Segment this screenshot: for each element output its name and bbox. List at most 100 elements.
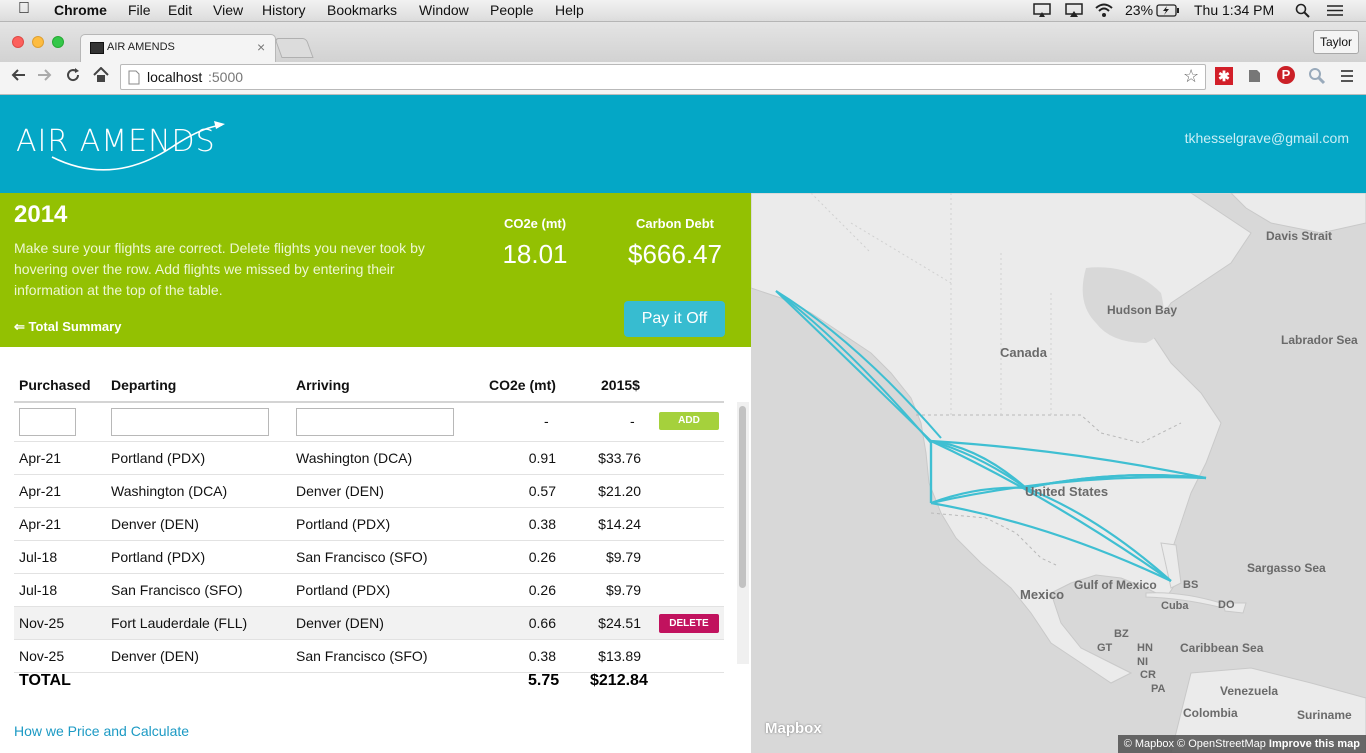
menu-help[interactable]: Help	[555, 2, 584, 18]
cell-departing: Portland (PDX)	[111, 450, 206, 466]
total-summary-link[interactable]: ⇐ Total Summary	[14, 319, 121, 335]
cell-arriving: Denver (DEN)	[296, 483, 384, 499]
cell-cost: $24.51	[598, 615, 641, 631]
cell-co2: 0.66	[528, 615, 556, 631]
home-icon[interactable]	[93, 66, 109, 88]
mac-menubar:  Chrome File Edit View History Bookmark…	[0, 0, 1366, 22]
col-header-departing[interactable]: Departing	[111, 377, 176, 393]
extension-asterisk-icon[interactable]: ✱	[1215, 67, 1233, 85]
profile-button[interactable]: Taylor	[1313, 30, 1359, 54]
window-minimize-icon[interactable]	[32, 36, 44, 48]
mapbox-watermark[interactable]: Mapbox	[765, 720, 822, 737]
flight-map[interactable]: Davis Strait Hudson Bay Labrador Sea Can…	[751, 193, 1366, 753]
label-ni: NI	[1137, 656, 1148, 668]
col-header-purchased[interactable]: Purchased	[19, 377, 91, 393]
table-row[interactable]: Jul-18 Portland (PDX) San Francisco (SFO) 0…	[14, 541, 724, 574]
cell-co2: 0.57	[528, 483, 556, 499]
cell-co2: 0.26	[528, 549, 556, 565]
departing-input[interactable]	[111, 408, 269, 436]
bookmark-star-icon[interactable]: ☆	[1183, 66, 1199, 87]
window-zoom-icon[interactable]	[52, 36, 64, 48]
cell-arriving: Portland (PDX)	[296, 582, 391, 598]
purchased-input[interactable]	[19, 408, 76, 436]
extension-pinterest-icon[interactable]: P	[1277, 66, 1295, 84]
reload-icon[interactable]	[65, 67, 81, 88]
extension-evernote-icon[interactable]	[1246, 68, 1262, 89]
menu-clock[interactable]: Thu 1:34 PM	[1194, 2, 1274, 18]
cell-purchased: Nov-25	[19, 648, 65, 664]
browser-tab-active[interactable]: AIR AMENDS ×	[80, 34, 276, 62]
air-amends-logo[interactable]: AIR AMENDS	[12, 117, 232, 177]
battery-icon[interactable]	[1156, 4, 1180, 20]
menu-edit[interactable]: Edit	[168, 2, 192, 18]
attribution-text[interactable]: © Mapbox © OpenStreetMap	[1124, 738, 1266, 750]
menu-people[interactable]: People	[490, 2, 534, 18]
improve-map-link[interactable]: Improve this map	[1269, 738, 1360, 750]
tab-title: AIR AMENDS	[107, 41, 175, 53]
spotlight-search-icon[interactable]	[1295, 3, 1311, 22]
cell-co2: 0.91	[528, 450, 556, 466]
tab-close-icon[interactable]: ×	[257, 39, 265, 55]
delete-flight-button[interactable]: DELETE	[659, 614, 719, 633]
table-row[interactable]: Nov-25 Fort Lauderdale (FLL) Denver (DEN) 0…	[14, 607, 724, 640]
entry-co2: -	[544, 413, 549, 429]
wifi-icon[interactable]	[1094, 2, 1114, 21]
cell-departing: San Francisco (SFO)	[111, 582, 243, 598]
how-we-price-link[interactable]: How we Price and Calculate	[14, 723, 189, 739]
cell-arriving: Washington (DCA)	[296, 450, 413, 466]
screen-mirror-icon[interactable]	[1033, 3, 1051, 21]
cell-purchased: Jul-18	[19, 549, 58, 565]
label-colombia: Colombia	[1183, 706, 1238, 720]
address-bar[interactable]: localhost :5000 ☆	[120, 64, 1206, 90]
add-flight-button[interactable]: ADD	[659, 412, 719, 430]
label-hn: HN	[1137, 642, 1153, 654]
cell-cost: $14.24	[598, 516, 641, 532]
label-sargasso-sea: Sargasso Sea	[1247, 561, 1326, 575]
apple-menu-icon[interactable]: 	[18, 0, 30, 18]
arriving-input[interactable]	[296, 408, 454, 436]
label-united-states: United States	[1025, 484, 1109, 499]
notification-center-icon[interactable]	[1326, 4, 1344, 20]
label-gt: GT	[1097, 642, 1113, 654]
menu-bookmarks[interactable]: Bookmarks	[327, 2, 397, 18]
url-host: localhost	[147, 69, 203, 85]
table-scrollbar[interactable]	[737, 402, 749, 664]
col-header-cost[interactable]: 2015$	[601, 377, 640, 393]
table-row[interactable]: Apr-21 Washington (DCA) Denver (DEN) 0.57 $2…	[14, 475, 724, 508]
total-cost: $212.84	[590, 672, 648, 689]
table-row[interactable]: Apr-21 Denver (DEN) Portland (PDX) 0.38 $14.…	[14, 508, 724, 541]
label-caribbean-sea: Caribbean Sea	[1180, 641, 1264, 655]
url-port: :5000	[208, 69, 244, 85]
cell-arriving: San Francisco (SFO)	[296, 648, 428, 664]
user-email[interactable]: tkhesselgrave@gmail.com	[1185, 130, 1349, 146]
extension-magnifier-icon[interactable]	[1308, 67, 1326, 90]
pay-it-off-button[interactable]: Pay it Off	[624, 301, 725, 337]
cell-co2: 0.38	[528, 648, 556, 664]
cell-cost: $21.20	[598, 483, 641, 499]
scrollbar-thumb[interactable]	[739, 406, 746, 588]
label-hudson-bay: Hudson Bay	[1107, 303, 1178, 317]
new-tab-button[interactable]	[274, 38, 314, 58]
menu-file[interactable]: File	[128, 2, 151, 18]
airplay-icon[interactable]	[1065, 3, 1083, 21]
menu-view[interactable]: View	[213, 2, 243, 18]
table-row[interactable]: Apr-21 Portland (PDX) Washington (DCA) 0.91…	[14, 442, 724, 475]
label-cuba: Cuba	[1161, 600, 1189, 612]
label-bs: BS	[1183, 579, 1199, 591]
window-close-icon[interactable]	[12, 36, 24, 48]
label-labrador-sea: Labrador Sea	[1281, 333, 1358, 347]
carbon-debt-label: Carbon Debt	[636, 216, 714, 231]
cell-departing: Denver (DEN)	[111, 648, 199, 664]
menu-app-name[interactable]: Chrome	[54, 2, 107, 18]
col-header-co2[interactable]: CO2e (mt)	[489, 377, 556, 393]
cell-cost: $13.89	[598, 648, 641, 664]
forward-arrow-icon[interactable]	[37, 67, 53, 88]
chrome-menu-icon[interactable]	[1340, 69, 1354, 88]
app-header: AIR AMENDS	[0, 95, 1366, 193]
table-row[interactable]: Jul-18 San Francisco (SFO) Portland (PDX) 0…	[14, 574, 724, 607]
menu-history[interactable]: History	[262, 2, 306, 18]
battery-percent: 23%	[1125, 2, 1154, 18]
back-arrow-icon[interactable]	[10, 67, 26, 88]
col-header-arriving[interactable]: Arriving	[296, 377, 350, 393]
menu-window[interactable]: Window	[419, 2, 469, 18]
